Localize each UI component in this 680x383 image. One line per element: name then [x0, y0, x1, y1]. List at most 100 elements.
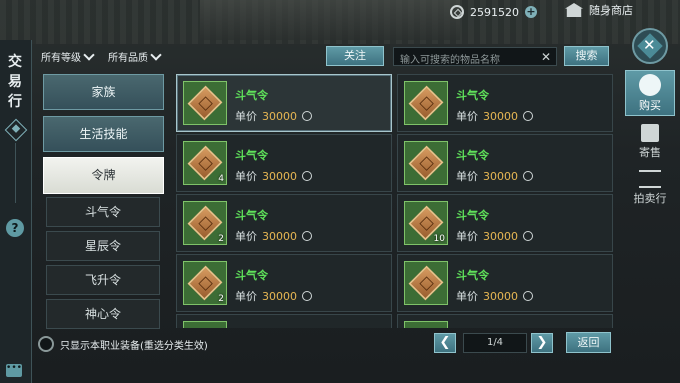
- clear-icon[interactable]: ✕: [541, 51, 551, 63]
- consign-icon: [641, 124, 659, 142]
- follow-button[interactable]: 关注: [326, 46, 384, 66]
- item-name: 斗气令: [456, 209, 489, 222]
- chevron-down-icon: [150, 48, 162, 61]
- item-name: 斗气令: [235, 149, 268, 162]
- quality-dropdown[interactable]: 所有品质: [108, 47, 162, 65]
- add-currency-button[interactable]: +: [525, 6, 537, 18]
- item-name: 斗气令: [456, 149, 489, 162]
- category-life-skills[interactable]: 生活技能: [43, 116, 164, 152]
- close-icon: ✕: [643, 36, 656, 54]
- page-indicator: 1/4: [463, 333, 527, 353]
- tab-auction-label: 拍卖行: [633, 192, 667, 205]
- item-card[interactable]: 2 斗气令 单价 30000: [176, 254, 392, 312]
- coin-icon: [302, 231, 312, 241]
- token-icon: [408, 85, 444, 121]
- scale-icon: [639, 170, 661, 188]
- price-label: 单价: [235, 290, 257, 303]
- item-icon: [404, 141, 448, 185]
- item-card[interactable]: 10 斗气令 单价 30000: [397, 194, 613, 252]
- item-icon: 2: [183, 261, 227, 305]
- token-icon: [408, 265, 444, 301]
- price-value: 30000: [262, 289, 297, 303]
- tab-auction[interactable]: 拍卖行: [625, 166, 675, 212]
- subcategory-feisheng[interactable]: 飞升令: [46, 265, 160, 295]
- item-price: 单价 30000: [235, 168, 312, 184]
- token-icon: [187, 85, 223, 121]
- price-value: 30000: [262, 109, 297, 123]
- coin-icon: [523, 231, 533, 241]
- item-grid: 斗气令 单价 30000 斗气令 单价 30000 4 斗气令 单价 30000 斗气…: [174, 70, 618, 328]
- item-icon: 2: [183, 201, 227, 245]
- next-page-button[interactable]: ❯: [531, 333, 553, 353]
- currency-bar: 2591520 +: [450, 2, 537, 22]
- item-name: 斗气令: [456, 89, 489, 102]
- shop-button[interactable]: 随身商店: [565, 2, 633, 18]
- item-icon: [183, 81, 227, 125]
- category-tokens-selected[interactable]: 令牌: [43, 157, 164, 194]
- item-card[interactable]: 斗气令 单价 30000: [176, 74, 392, 132]
- coin-icon: [302, 111, 312, 121]
- only-class-label: 只显示本职业装备(重选分类生效): [60, 341, 208, 352]
- item-icon: [183, 321, 227, 328]
- subcategory-shenxin[interactable]: 神心令: [46, 299, 160, 329]
- coin-icon: [450, 5, 464, 19]
- item-price: 单价 30000: [456, 168, 533, 184]
- item-card[interactable]: 4 斗气令 单价 30000: [176, 134, 392, 192]
- search-input[interactable]: [394, 52, 546, 69]
- price-label: 单价: [456, 290, 478, 303]
- currency-amount: 2591520: [470, 5, 519, 19]
- item-quantity: 2: [218, 234, 224, 244]
- item-quantity: 4: [218, 174, 224, 184]
- item-name: 斗气令: [235, 89, 268, 102]
- item-card[interactable]: 斗气令 单价 30000: [397, 134, 613, 192]
- only-class-radio[interactable]: [38, 336, 54, 352]
- panel-divider: [15, 143, 16, 203]
- coin-icon: [523, 111, 533, 121]
- item-icon: 10: [404, 201, 448, 245]
- tab-consign[interactable]: 寄售: [625, 120, 675, 166]
- price-label: 单价: [235, 230, 257, 243]
- item-card[interactable]: 斗气令 单价 30000: [397, 74, 613, 132]
- subcategory-xingchen[interactable]: 星辰令: [46, 231, 160, 261]
- item-quantity: 2: [218, 294, 224, 304]
- chat-icon[interactable]: •••: [6, 364, 22, 377]
- item-card[interactable]: 2 斗气令 单价 30000: [176, 194, 392, 252]
- item-price: 单价 30000: [235, 288, 312, 304]
- item-icon: 4: [183, 141, 227, 185]
- coin-icon: [302, 171, 312, 181]
- price-label: 单价: [456, 110, 478, 123]
- price-label: 单价: [235, 110, 257, 123]
- shop-icon: [565, 3, 583, 17]
- item-card-partial[interactable]: [397, 314, 613, 328]
- level-dropdown-value: 所有等级: [41, 52, 81, 64]
- prev-page-button[interactable]: ❮: [434, 333, 456, 353]
- chevron-down-icon: [83, 48, 95, 61]
- price-value: 30000: [483, 229, 518, 243]
- quality-dropdown-value: 所有品质: [108, 52, 148, 64]
- item-name: 斗气令: [235, 209, 268, 222]
- subcategory-douqi[interactable]: 斗气令: [46, 197, 160, 227]
- item-name: 斗气令: [456, 269, 489, 282]
- level-dropdown[interactable]: 所有等级: [41, 47, 95, 65]
- item-card[interactable]: 斗气令 单价 30000: [397, 254, 613, 312]
- buy-icon: [639, 74, 661, 96]
- right-tab-bar: 购买 寄售 拍卖行: [625, 70, 675, 210]
- item-icon: [404, 321, 448, 328]
- price-value: 30000: [483, 109, 518, 123]
- item-name: 斗气令: [235, 269, 268, 282]
- price-label: 单价: [235, 170, 257, 183]
- item-price: 单价 30000: [456, 288, 533, 304]
- shop-label: 随身商店: [589, 4, 633, 17]
- coin-icon: [523, 171, 533, 181]
- back-button[interactable]: 返回: [566, 332, 611, 353]
- coin-icon: [523, 291, 533, 301]
- item-price: 单价 30000: [456, 108, 533, 124]
- category-family[interactable]: 家族: [43, 74, 164, 110]
- tab-buy[interactable]: 购买: [625, 70, 675, 116]
- price-value: 30000: [483, 169, 518, 183]
- help-button[interactable]: ?: [6, 219, 24, 237]
- background-building: [200, 0, 460, 40]
- close-button[interactable]: ✕: [632, 28, 668, 64]
- search-button[interactable]: 搜索: [564, 46, 609, 66]
- item-card-partial[interactable]: [176, 314, 392, 328]
